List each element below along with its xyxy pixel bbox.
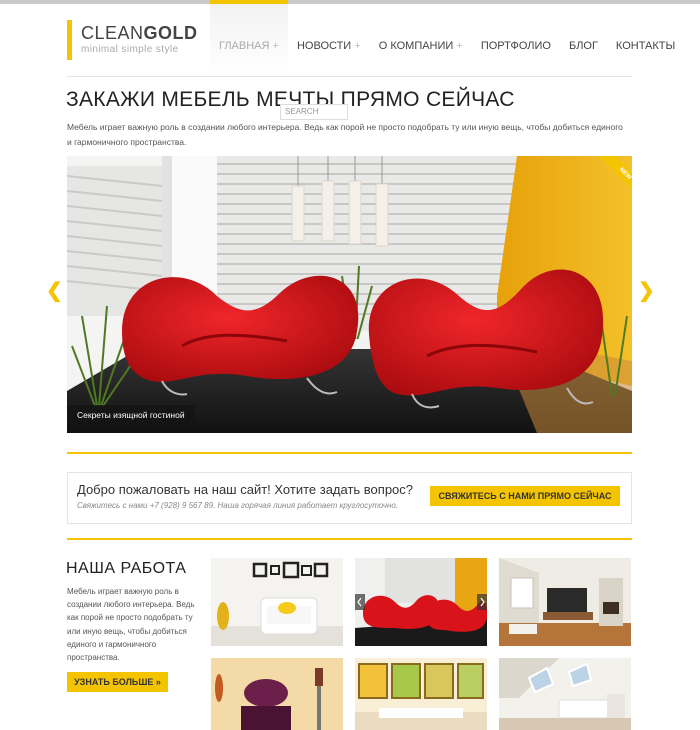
new-ribbon: NEW xyxy=(591,156,632,197)
learn-more-button[interactable]: УЗНАТЬ БОЛЬШЕ » xyxy=(67,672,168,692)
submenu-plus-icon: + xyxy=(272,40,279,52)
submenu-plus-icon: + xyxy=(354,40,361,52)
nav-label: О КОМПАНИИ xyxy=(378,40,454,52)
contact-callout: Добро пожаловать на наш сайт! Хотите зад… xyxy=(67,472,632,524)
header-divider xyxy=(67,76,632,77)
thumb-image xyxy=(355,658,487,730)
portfolio-thumb-white-armchair[interactable] xyxy=(211,558,343,646)
slide-caption[interactable]: Секреты изящной гостиной xyxy=(67,405,195,425)
nav-item-portfolio[interactable]: ПОРТФОЛИО xyxy=(472,0,560,76)
slider-next-arrow-icon[interactable]: ❯ xyxy=(638,281,655,301)
nav-item-blog[interactable]: БЛОГ xyxy=(560,0,607,76)
work-text: Мебель играет важную роль в создании люб… xyxy=(67,587,195,663)
nav-label: БЛОГ xyxy=(568,40,598,52)
logo-bold: GOLD xyxy=(143,23,198,43)
thumb-image xyxy=(355,558,487,646)
logo-tagline: minimal simple style xyxy=(81,44,179,55)
search-input[interactable]: SEARCH xyxy=(280,104,348,120)
portfolio-thumb-red-chairs[interactable] xyxy=(355,558,487,646)
new-badge: NEW xyxy=(599,156,632,197)
thumb-image xyxy=(211,658,343,730)
nav-item-contacts[interactable]: КОНТАКТЫ xyxy=(607,0,684,76)
nav-item-home[interactable]: ГЛАВНАЯ + xyxy=(210,0,288,76)
nav-item-news[interactable]: НОВОСТИ + xyxy=(288,0,370,76)
work-title: НАША РАБОТА xyxy=(66,560,187,577)
logo[interactable]: CLEANGOLD xyxy=(81,23,198,44)
section-divider xyxy=(67,452,632,454)
logo-main: CLEAN xyxy=(81,23,144,43)
slider-prev-arrow-icon[interactable]: ❮ xyxy=(46,281,63,301)
thumb-image xyxy=(499,558,631,646)
portfolio-thumb-purple-chair[interactable] xyxy=(211,658,343,730)
image-slider[interactable] xyxy=(67,156,632,433)
section-divider xyxy=(67,538,632,540)
nav-label: ПОРТФОЛИО xyxy=(480,40,551,52)
submenu-plus-icon: + xyxy=(456,40,463,52)
contact-us-button[interactable]: СВЯЖИТЕСЬ С НАМИ ПРЯМО СЕЙЧАС xyxy=(430,486,620,506)
logo-bar xyxy=(67,20,72,60)
nav-label: НОВОСТИ xyxy=(296,40,352,52)
callout-title: Добро пожаловать на наш сайт! Хотите зад… xyxy=(77,482,414,497)
portfolio-thumb-bedroom-art[interactable] xyxy=(355,658,487,730)
hero-text: Мебель играет важную роль в создании люб… xyxy=(67,122,623,147)
nav-label: ГЛАВНАЯ xyxy=(219,40,270,52)
callout-subtitle: Свяжитесь с нами +7 (928) 9 567 89. Наша… xyxy=(77,501,399,510)
portfolio-thumb-tv-room[interactable] xyxy=(499,558,631,646)
slide-image-living-room xyxy=(67,156,632,433)
main-nav: ГЛАВНАЯ + НОВОСТИ + О КОМПАНИИ + ПОРТФОЛ… xyxy=(210,0,684,76)
portfolio-thumb-attic-room[interactable] xyxy=(499,658,631,730)
thumb-image xyxy=(499,658,631,730)
thumb-image xyxy=(211,558,343,646)
nav-label: КОНТАКТЫ xyxy=(615,40,676,52)
nav-item-about[interactable]: О КОМПАНИИ + xyxy=(370,0,472,76)
